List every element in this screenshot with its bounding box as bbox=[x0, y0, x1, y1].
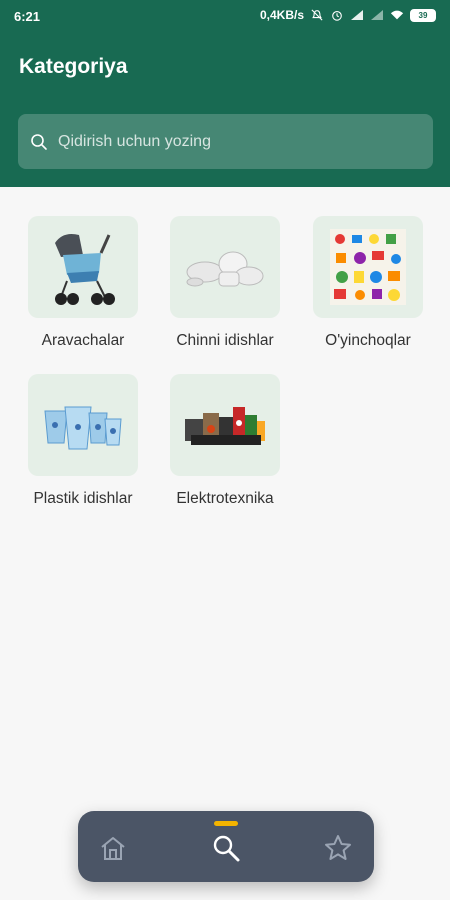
search-placeholder: Qidirish uchun yozing bbox=[58, 132, 211, 150]
category-label: Plastik idishlar bbox=[33, 490, 133, 507]
battery-indicator: 39 bbox=[410, 8, 436, 22]
stroller-image bbox=[28, 216, 138, 318]
search-icon[interactable] bbox=[211, 833, 241, 863]
wifi-icon bbox=[390, 10, 404, 20]
search-input[interactable]: Qidirish uchun yozing bbox=[18, 114, 433, 169]
signal-icon-2 bbox=[371, 10, 383, 20]
toys-image bbox=[313, 216, 423, 318]
bottom-navigation bbox=[78, 811, 374, 882]
category-item-elektrotexnika[interactable]: Elektrotexnika bbox=[154, 374, 296, 508]
app-header: 6:21 0,4KB/s 39 Kategoriya Qidirish uchu… bbox=[0, 0, 450, 187]
mute-icon bbox=[311, 9, 323, 21]
alarm-icon bbox=[332, 11, 342, 21]
status-time: 6:21 bbox=[14, 9, 41, 24]
page-title: Kategoriya bbox=[19, 55, 128, 78]
status-bar: 6:21 0,4KB/s 39 bbox=[0, 0, 450, 34]
electronics-image bbox=[170, 374, 280, 476]
category-label: Aravachalar bbox=[41, 332, 125, 349]
search-icon bbox=[31, 133, 47, 150]
active-tab-indicator bbox=[214, 821, 238, 826]
category-item-aravachalar[interactable]: Aravachalar bbox=[12, 216, 154, 350]
status-indicators: 0,4KB/s 39 bbox=[260, 8, 436, 22]
star-icon[interactable] bbox=[323, 833, 353, 863]
plastic-containers-image bbox=[28, 374, 138, 476]
porcelain-dishes-image bbox=[170, 216, 280, 318]
category-item-oyinchoqlar[interactable]: O'yinchoqlar bbox=[297, 216, 439, 350]
home-icon[interactable] bbox=[98, 833, 128, 863]
signal-icon bbox=[351, 10, 363, 20]
category-label: Elektrotexnika bbox=[176, 490, 274, 507]
category-item-chinni-idishlar[interactable]: Chinni idishlar bbox=[154, 216, 296, 350]
category-item-plastik-idishlar[interactable]: Plastik idishlar bbox=[12, 374, 154, 508]
network-speed: 0,4KB/s bbox=[259, 8, 304, 22]
category-label: O'yinchoqlar bbox=[325, 332, 411, 349]
category-label: Chinni idishlar bbox=[176, 332, 274, 349]
